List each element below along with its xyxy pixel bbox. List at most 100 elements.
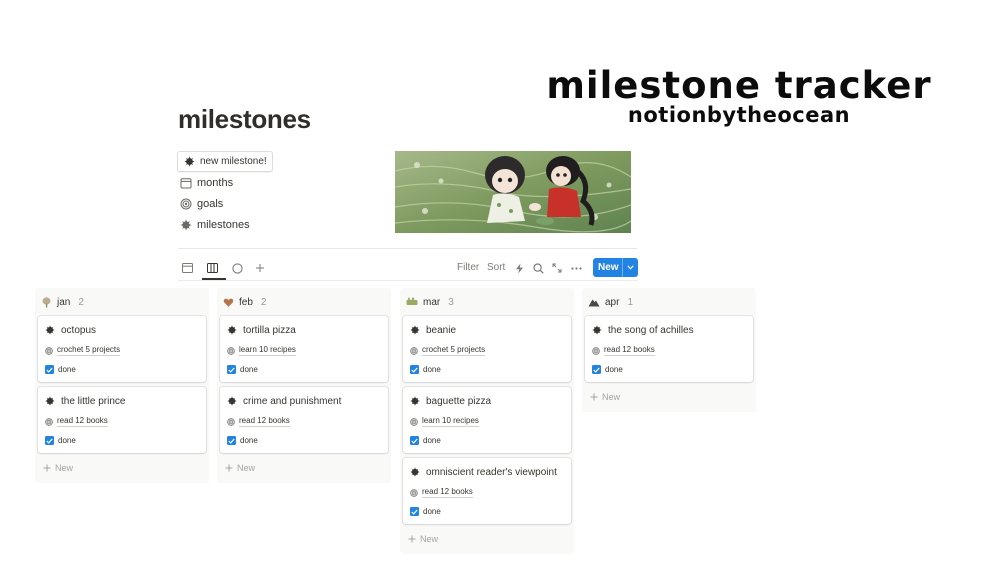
filter-button[interactable]: Filter — [457, 262, 479, 273]
column-header[interactable]: feb 2 — [220, 292, 388, 312]
done-checkbox[interactable] — [227, 436, 236, 445]
card-title: octopus — [61, 324, 97, 336]
done-label: done — [240, 365, 258, 374]
target-icon — [227, 346, 235, 355]
check-icon — [46, 367, 53, 373]
mountain-icon — [588, 299, 600, 307]
done-label: done — [423, 436, 441, 445]
plus-icon — [408, 535, 416, 543]
board-card[interactable]: the song of achilles read 12 books done — [585, 316, 753, 382]
done-checkbox[interactable] — [227, 365, 236, 374]
promo-subtitle: notionbytheocean — [627, 103, 851, 127]
target-icon — [410, 346, 418, 355]
card-goal-link[interactable]: crochet 5 projects — [57, 345, 121, 356]
column-count: 3 — [448, 296, 454, 308]
add-card-label: New — [55, 463, 74, 473]
board-card[interactable]: tortilla pizza learn 10 recipes done — [220, 316, 388, 382]
done-checkbox[interactable] — [410, 507, 419, 516]
board-card[interactable]: octopus crochet 5 projects done — [38, 316, 206, 382]
board-card[interactable]: crime and punishment read 12 books done — [220, 387, 388, 453]
sunburst-icon — [45, 325, 55, 335]
target-icon — [227, 417, 235, 426]
check-icon — [411, 438, 418, 444]
link-months[interactable]: months — [180, 177, 233, 189]
target-icon — [45, 417, 53, 426]
add-view-button[interactable] — [251, 260, 269, 276]
card-goal-link[interactable]: learn 10 recipes — [422, 416, 479, 427]
target-icon — [410, 417, 418, 426]
tree-icon — [42, 296, 51, 307]
done-checkbox[interactable] — [410, 365, 419, 374]
board-card[interactable]: the little prince read 12 books done — [38, 387, 206, 453]
link-goals-label: goals — [197, 198, 224, 210]
column-name: feb — [239, 296, 253, 308]
new-entry-dropdown[interactable] — [623, 265, 638, 270]
add-card-button[interactable]: New — [585, 388, 753, 406]
card-goal-link[interactable]: read 12 books — [422, 487, 473, 498]
link-milestones[interactable]: milestones — [180, 219, 250, 231]
column-name: jan — [57, 296, 71, 308]
column-header[interactable]: jan 2 — [38, 292, 206, 312]
card-title: omniscient reader's viewpoint — [426, 466, 557, 478]
board-column-mar: mar 3 beanie crochet 5 projects done bag… — [400, 288, 574, 554]
board-column-feb: feb 2 tortilla pizza learn 10 recipes do… — [217, 288, 391, 483]
card-title: crime and punishment — [243, 395, 342, 407]
add-card-button[interactable]: New — [38, 459, 206, 477]
new-entry-button[interactable]: New — [593, 258, 638, 277]
done-checkbox[interactable] — [592, 365, 601, 374]
done-label: done — [240, 436, 258, 445]
card-goal-link[interactable]: learn 10 recipes — [239, 345, 296, 356]
more-options-button[interactable] — [569, 260, 583, 276]
table-view-icon — [181, 263, 193, 273]
board-card[interactable]: baguette pizza learn 10 recipes done — [403, 387, 571, 453]
link-months-label: months — [197, 177, 234, 189]
check-icon — [411, 367, 418, 373]
search-icon — [532, 262, 544, 274]
column-header[interactable]: apr 1 — [585, 292, 753, 312]
page-title: milestones — [178, 104, 311, 134]
target-icon — [592, 346, 600, 355]
board-view-tab[interactable] — [203, 260, 221, 276]
plus-icon — [256, 264, 264, 272]
plus-icon — [590, 393, 598, 401]
circle-view-tab[interactable] — [228, 260, 246, 276]
board-column-apr: apr 1 the song of achilles read 12 books… — [582, 288, 756, 412]
done-label: done — [423, 365, 441, 374]
card-goal-link[interactable]: read 12 books — [239, 416, 290, 427]
search-button[interactable] — [531, 260, 545, 276]
card-goal-link[interactable]: read 12 books — [57, 416, 108, 427]
check-icon — [46, 438, 53, 444]
plus-icon — [43, 464, 51, 472]
add-card-button[interactable]: New — [403, 530, 571, 548]
heart-bird-icon — [223, 298, 234, 307]
board-column-jan: jan 2 octopus crochet 5 projects done th… — [35, 288, 209, 483]
sort-button[interactable]: Sort — [487, 262, 505, 273]
card-title: baguette pizza — [426, 395, 492, 407]
done-label: done — [58, 436, 76, 445]
chevron-down-icon — [627, 265, 634, 270]
card-goal-link[interactable]: read 12 books — [604, 345, 655, 356]
target-icon — [180, 198, 192, 210]
check-icon — [593, 367, 600, 373]
column-header[interactable]: mar 3 — [403, 292, 571, 312]
new-milestone-label: new milestone! — [200, 156, 267, 167]
cover-illustration — [395, 151, 631, 233]
automation-button[interactable] — [512, 260, 526, 276]
new-milestone-button[interactable]: new milestone! — [177, 151, 273, 172]
add-card-label: New — [237, 463, 256, 473]
card-goal-link[interactable]: crochet 5 projects — [422, 345, 486, 356]
done-checkbox[interactable] — [45, 436, 54, 445]
done-label: done — [58, 365, 76, 374]
done-checkbox[interactable] — [45, 365, 54, 374]
check-icon — [228, 438, 235, 444]
toolbar-divider — [178, 280, 638, 281]
add-card-button[interactable]: New — [220, 459, 388, 477]
table-view-tab[interactable] — [178, 260, 196, 276]
column-name: mar — [423, 296, 441, 308]
done-checkbox[interactable] — [410, 436, 419, 445]
link-goals[interactable]: goals — [180, 198, 223, 210]
expand-button[interactable] — [550, 260, 564, 276]
sunburst-icon — [410, 325, 420, 335]
board-card[interactable]: beanie crochet 5 projects done — [403, 316, 571, 382]
board-card[interactable]: omniscient reader's viewpoint read 12 bo… — [403, 458, 571, 524]
